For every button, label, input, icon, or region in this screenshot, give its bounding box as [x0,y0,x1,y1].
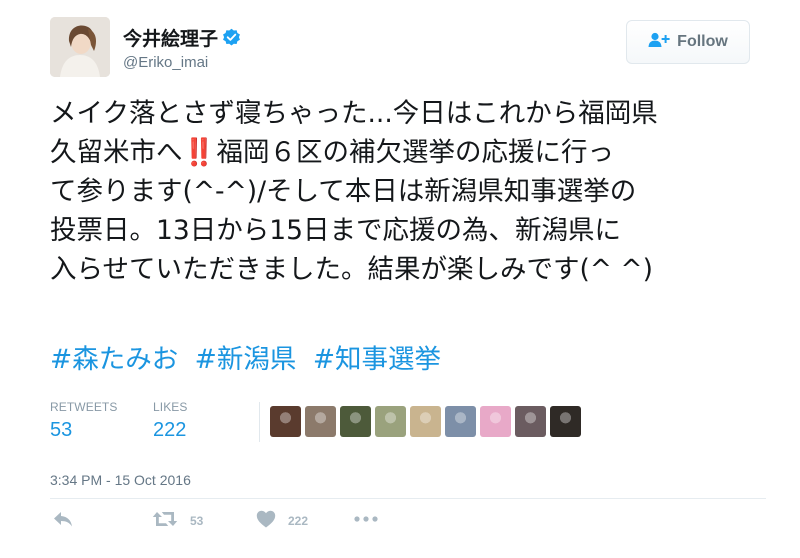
follow-button[interactable]: Follow [626,20,750,64]
liker-avatar[interactable] [480,406,511,437]
retweet-icon [152,510,178,532]
hashtag-link[interactable]: #新潟県 [195,344,297,375]
double-exclamation-emoji: ‼️ [182,137,216,168]
follow-person-plus-icon [648,32,670,52]
liker-avatars [270,406,581,437]
liker-avatar[interactable] [305,406,336,437]
tweet-line: て参ります(^-^)/そして本日は新潟県知事選挙の [50,176,637,207]
more-button[interactable] [353,510,379,532]
hashtag-list: #森たみお #新潟県 #知事選挙 [50,340,449,379]
screen-name[interactable]: @Eriko_imai [123,54,208,72]
follow-label: Follow [677,33,728,50]
likes-label: LIKES [153,400,188,414]
like-count: 222 [288,514,309,528]
heart-icon [256,510,276,532]
avatar[interactable] [50,17,110,77]
retweet-count: 53 [190,514,204,528]
tweet-line: メイク落とさず寝ちゃった...今日はこれから福岡県 [50,98,658,129]
likes-value[interactable]: 222 [153,418,188,442]
likes-stat[interactable]: LIKES 222 [153,400,188,442]
tweet-line: 入らせていただきました。結果が楽しみです(^ ^) [50,254,653,285]
liker-avatar[interactable] [410,406,441,437]
tweet-timestamp[interactable]: 3:34 PM - 15 Oct 2016 [50,472,191,489]
hashtag-link[interactable]: #森たみお [50,344,178,375]
tweet-text: メイク落とさず寝ちゃった...今日はこれから福岡県 久留米市へ‼️ 福岡６区の補欠… [50,94,765,289]
retweets-value[interactable]: 53 [50,418,117,442]
tweet-line: 投票日。13日から15日まで応援の為、新潟県に [50,215,621,246]
reply-icon [52,510,74,532]
tweet-line-text: 久留米市へ [50,137,183,168]
more-dots-icon [353,510,379,532]
divider [50,498,766,499]
retweets-label: RETWEETS [50,400,118,414]
display-name[interactable]: 今井絵理子 [123,28,241,52]
stats-divider [259,402,260,442]
avatar-image [50,17,110,77]
reply-button[interactable] [52,510,74,532]
liker-avatar[interactable] [340,406,371,437]
liker-avatar[interactable] [445,406,476,437]
liker-avatar[interactable] [270,406,301,437]
verified-badge-icon [222,28,241,52]
like-button[interactable]: 222 [256,510,308,532]
liker-avatar[interactable] [515,406,546,437]
hashtag-link[interactable]: #知事選挙 [313,344,441,375]
retweet-button[interactable]: 53 [152,510,203,532]
retweets-stat[interactable]: RETWEETS 53 [50,400,117,442]
liker-avatar[interactable] [550,406,581,437]
tweet-line: 久留米市へ‼️ 福岡６区の補欠選挙の応援に行っ [50,133,765,172]
liker-avatar[interactable] [375,406,406,437]
tweet-line-text: 福岡６区の補欠選挙の応援に行っ [216,137,615,168]
display-name-text[interactable]: 今井絵理子 [123,28,218,50]
